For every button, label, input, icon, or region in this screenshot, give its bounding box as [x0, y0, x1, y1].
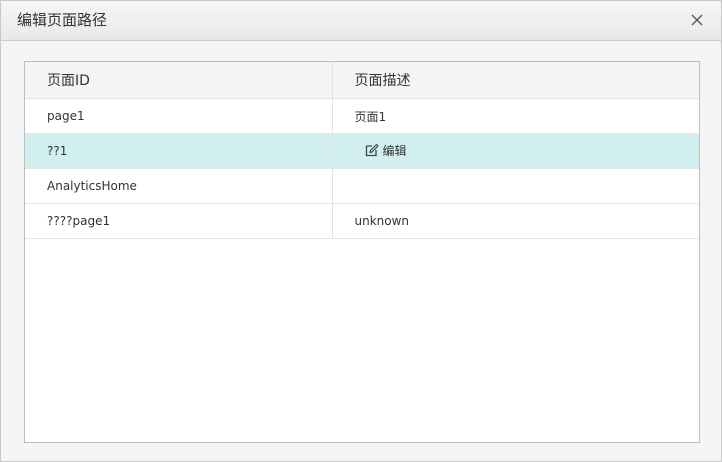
edit-icon	[365, 144, 379, 157]
page-id-cell: page1	[25, 98, 333, 134]
dialog-title: 编辑页面路径	[17, 11, 108, 29]
table-row[interactable]: ????page1 unknown	[25, 203, 699, 239]
page-desc-cell: unknown	[332, 203, 699, 239]
page-table-container: 页面ID 页面描述 page1 页面1 ??1 编辑 AnalyticsHome…	[24, 61, 700, 443]
page-id-cell: ????page1	[25, 203, 333, 239]
page-desc-cell: 页面1	[332, 98, 699, 134]
table-row[interactable]: page1 页面1	[25, 98, 699, 134]
table-row[interactable]: AnalyticsHome	[25, 168, 699, 204]
table-header-row: 页面ID 页面描述	[25, 62, 699, 99]
edit-button[interactable]: 编辑	[365, 142, 407, 159]
page-id-cell: ??1	[25, 133, 333, 169]
edit-page-path-dialog: 编辑页面路径 页面ID 页面描述 page1 页面1 ??1 编辑 Analyt…	[0, 0, 722, 462]
table-row-selected[interactable]: ??1 编辑	[25, 133, 699, 169]
page-desc-cell	[332, 168, 699, 204]
column-header-page-id: 页面ID	[25, 62, 333, 99]
edit-label: 编辑	[382, 143, 407, 158]
dialog-header: 编辑页面路径	[1, 1, 721, 41]
page-desc-cell: 编辑	[332, 133, 699, 169]
column-header-page-desc: 页面描述	[332, 62, 699, 99]
page-id-cell: AnalyticsHome	[25, 168, 333, 204]
page-table: 页面ID 页面描述 page1 页面1 ??1 编辑 AnalyticsHome…	[25, 62, 699, 239]
close-icon[interactable]	[689, 12, 705, 28]
